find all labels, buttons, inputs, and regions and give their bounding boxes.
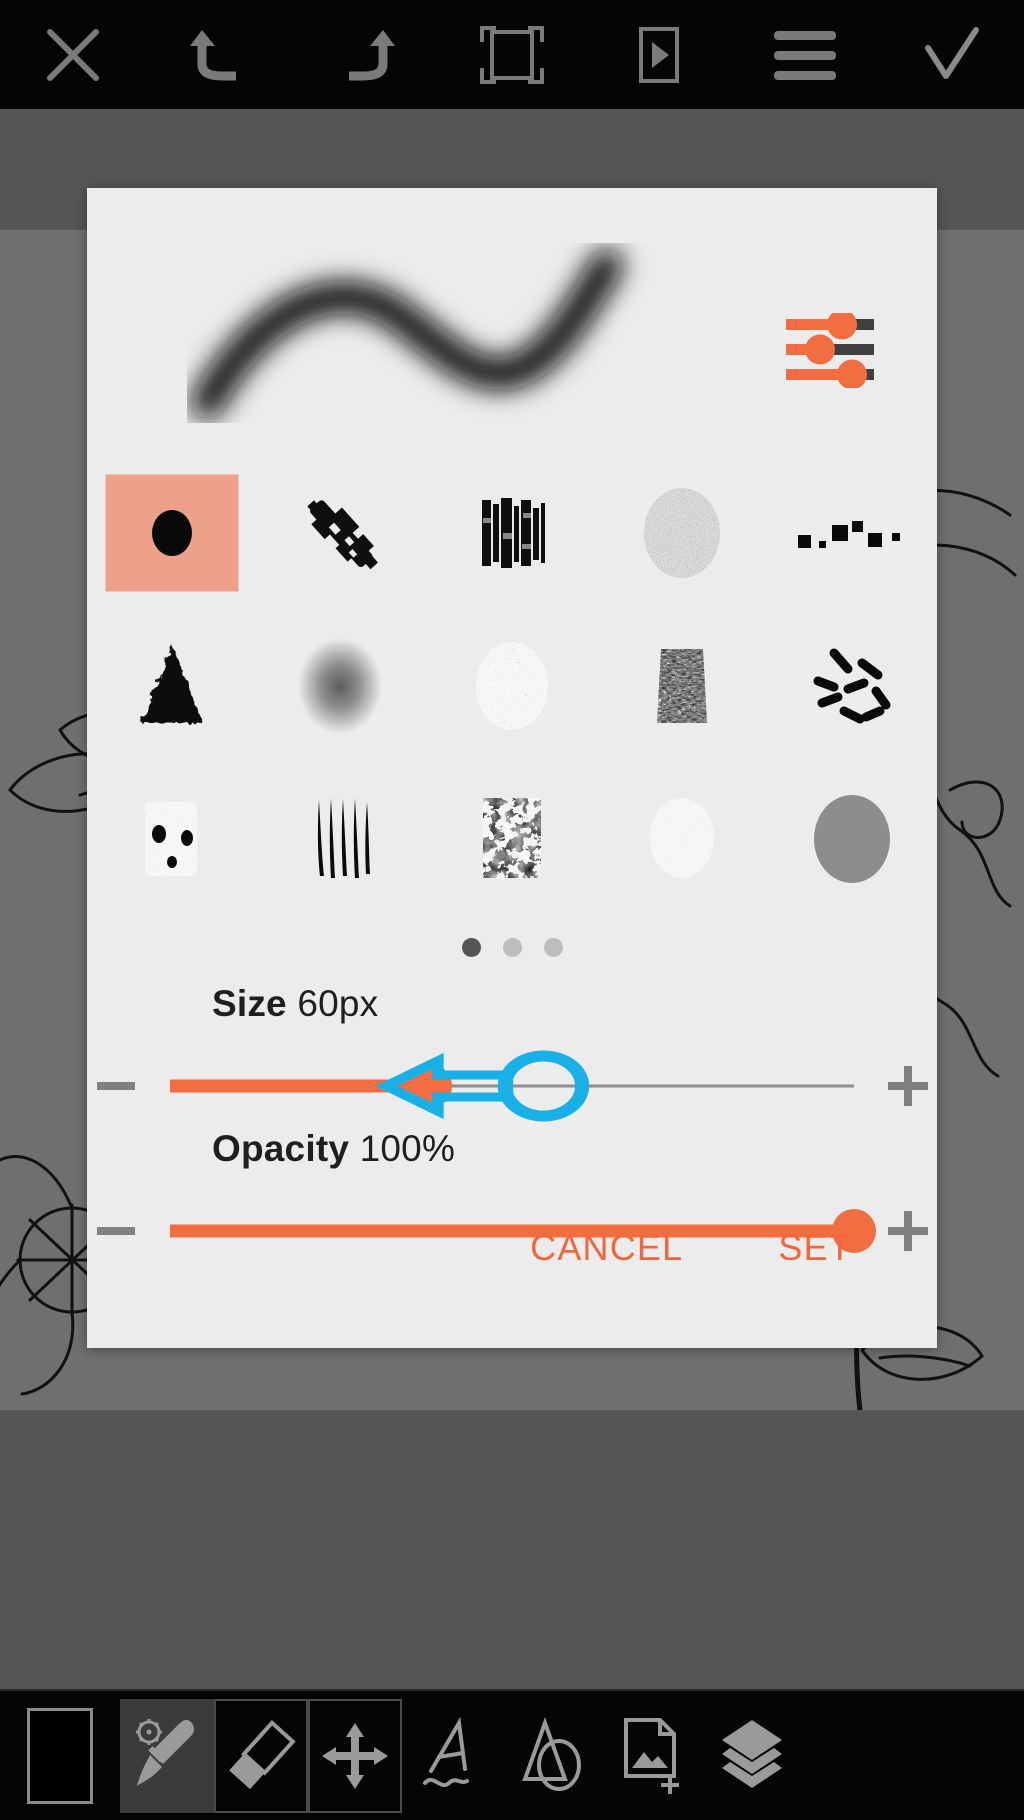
- paintbrush-icon: [136, 1718, 194, 1786]
- noise-circle-brush-icon: [644, 487, 720, 578]
- size-value: 60px: [297, 983, 379, 1024]
- size-slider[interactable]: [170, 1041, 854, 1131]
- crop-icon: [474, 24, 550, 86]
- brush-item-speckle-circle[interactable]: [427, 609, 597, 762]
- brush-item-dashes[interactable]: [767, 609, 937, 762]
- top-toolbar: [0, 0, 1024, 109]
- square-dots-brush-icon: [798, 520, 900, 548]
- undo-icon: [184, 24, 254, 86]
- brush-item-rough-diagonal[interactable]: [257, 456, 427, 609]
- bristle-streak-brush-icon: [482, 497, 545, 568]
- layers-tool-button[interactable]: [702, 1699, 802, 1813]
- brush-item-bristle-streak[interactable]: [427, 456, 597, 609]
- solid-gray-circle-brush-icon: [814, 795, 890, 884]
- preview-icon: [627, 24, 689, 86]
- shape-tool-button[interactable]: [502, 1699, 602, 1813]
- soft-airbrush-icon: [298, 637, 382, 734]
- page-dot-2[interactable]: [502, 938, 522, 957]
- rough-diagonal-brush-icon: [307, 499, 378, 569]
- grunge-square-brush-icon: [145, 802, 197, 877]
- color-swatch: [27, 1707, 93, 1804]
- hair-lines-brush-icon: [317, 798, 370, 879]
- brush-item-grunge-block[interactable]: [597, 609, 767, 762]
- size-setting: Size 60px: [87, 983, 937, 1122]
- speckle-circle-brush-icon: [476, 641, 548, 730]
- cancel-button[interactable]: CANCEL: [530, 1227, 683, 1269]
- eraser-tool-button[interactable]: [214, 1698, 308, 1813]
- brush-item-sparse-spray[interactable]: [597, 763, 767, 916]
- color-swatch-button[interactable]: [0, 1699, 120, 1813]
- menu-icon: [770, 27, 840, 83]
- size-label: Size: [212, 983, 287, 1024]
- size-slider-knob[interactable]: [407, 1064, 452, 1108]
- transform-tool-button[interactable]: [308, 1698, 402, 1813]
- add-image-tool-button[interactable]: [602, 1699, 702, 1813]
- size-track-fill: [170, 1079, 430, 1093]
- crop-button[interactable]: [457, 0, 567, 109]
- size-increase-button[interactable]: [879, 1066, 937, 1106]
- menu-button[interactable]: [750, 0, 860, 109]
- grunge-block-brush-icon: [657, 648, 707, 723]
- redo-icon: [331, 24, 401, 86]
- brush-settings-dialog: Size 60px Opacity 100% CANCEL SET: [87, 188, 937, 1348]
- brush-settings-sliders-icon[interactable]: [786, 309, 874, 390]
- page-dot-3[interactable]: [543, 938, 563, 957]
- brush-tool-button[interactable]: [120, 1698, 214, 1813]
- page-dot-1[interactable]: [461, 938, 481, 957]
- size-slider-row: [87, 1041, 937, 1131]
- brush-item-square-dots[interactable]: [767, 456, 937, 609]
- shapes-icon: [522, 1716, 581, 1791]
- brush-item-grunge-square[interactable]: [87, 763, 257, 916]
- triangle-brush-icon: [141, 644, 203, 723]
- plus-icon: [888, 1066, 928, 1106]
- preview-button[interactable]: [603, 0, 713, 109]
- brush-item-hair-lines[interactable]: [257, 763, 427, 916]
- confirm-button[interactable]: [896, 0, 1006, 109]
- redo-button[interactable]: [311, 0, 421, 109]
- layers-icon: [722, 1719, 782, 1788]
- confirm-check-icon: [918, 24, 984, 86]
- add-photo-icon: [624, 1717, 679, 1794]
- brush-item-solid-gray-circle[interactable]: [767, 763, 937, 916]
- size-label-row: Size 60px: [212, 983, 937, 1025]
- sparse-spray-brush-icon: [650, 798, 714, 879]
- text-tool-icon: [423, 1716, 469, 1787]
- text-tool-button[interactable]: [402, 1699, 502, 1813]
- undo-button[interactable]: [164, 0, 274, 109]
- bottom-toolbar: [0, 1689, 1024, 1820]
- dense-noise-brush-icon: [483, 798, 541, 879]
- brush-page-indicator: [87, 938, 937, 957]
- brush-item-triangle[interactable]: [87, 609, 257, 762]
- dashes-brush-icon: [813, 648, 891, 724]
- size-decrease-button[interactable]: [87, 1082, 145, 1090]
- brush-item-soft-airbrush[interactable]: [257, 609, 427, 762]
- minus-icon: [97, 1082, 135, 1090]
- brush-grid: [87, 456, 937, 916]
- set-button[interactable]: SET: [778, 1227, 852, 1269]
- brush-item-noise-circle[interactable]: [597, 456, 767, 609]
- dialog-actions: CANCEL SET: [87, 1148, 937, 1348]
- brush-item-round[interactable]: [87, 456, 257, 609]
- close-button[interactable]: [18, 0, 128, 109]
- round-brush-icon: [152, 509, 192, 556]
- move-arrows-icon: [322, 1722, 388, 1789]
- brush-item-dense-noise[interactable]: [427, 763, 597, 916]
- close-icon: [42, 24, 104, 86]
- eraser-icon: [229, 1719, 296, 1789]
